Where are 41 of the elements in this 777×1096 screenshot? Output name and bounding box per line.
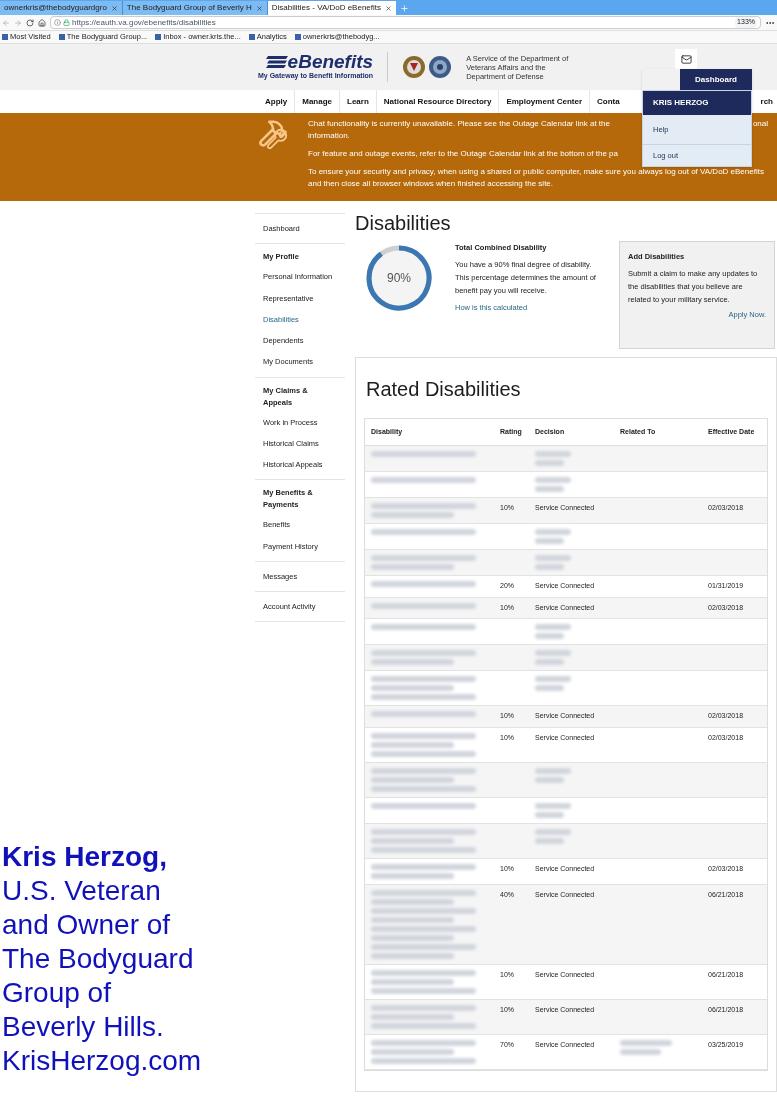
seal-icon — [428, 55, 453, 79]
notice-text: information. — [308, 131, 350, 140]
redacted-text — [535, 767, 573, 783]
reload-icon[interactable] — [26, 18, 34, 27]
notice-text: For feature and outage events, refer to the Outage Calendar link at the bottom of the pa — [308, 148, 618, 160]
redacted-text — [535, 555, 573, 570]
logo-text: eBenefits — [287, 52, 374, 72]
notice-text: To ensure your security and privacy, when using a shared or public computer, make sure you always log out of VA/DoD eBenefits and then close all browser windows when finished accessing the site. — [308, 166, 765, 190]
redacted-text — [535, 477, 573, 492]
seal-icon — [402, 55, 427, 79]
browser-tab[interactable]: Disabilities - VA/DoD eBenefits — [267, 1, 397, 15]
dashboard-button[interactable]: Dashboard — [680, 69, 752, 90]
section-title: Rated Disabilities — [366, 377, 522, 402]
nav-link[interactable]: rch — [758, 90, 777, 113]
url-text: https://eauth.va.gov/ebenefits/disabilities — [72, 16, 217, 29]
browser-tab[interactable]: The Bodyguard Group of Beverly H — [122, 1, 268, 15]
page-title: Disabilities — [355, 211, 452, 236]
notice-text: onal — [752, 118, 768, 130]
user-name: KRIS HERZOG — [643, 91, 751, 115]
home-icon[interactable] — [38, 18, 46, 27]
notice-text: Chat functionality is currently unavailable. Please see the Outage Calendar link at the — [308, 118, 610, 130]
browser-tab[interactable]: ownerkris@thebodyguardgro — [0, 1, 123, 15]
redacted-text — [535, 676, 573, 691]
redacted-text — [535, 451, 573, 466]
info-icon — [54, 19, 61, 26]
caption-text: Kris Herzog, U.S. Veteran and Owner of The Bodyguard Group of Beverly Hills. KrisHerzog.com — [1, 840, 203, 1078]
close-icon[interactable] — [110, 4, 118, 12]
lock-icon — [63, 19, 70, 26]
redacted-text — [535, 802, 573, 818]
redacted-text — [535, 624, 573, 639]
redacted-text — [535, 650, 573, 665]
close-icon[interactable] — [385, 4, 393, 12]
redacted-text — [535, 828, 573, 844]
nav-link[interactable]: Conta — [590, 90, 627, 113]
progress-ring: 90% — [365, 244, 433, 312]
mail-icon — [680, 53, 692, 65]
stripes-icon — [265, 54, 288, 69]
redacted-text — [535, 529, 573, 544]
new-tab-icon[interactable] — [400, 4, 410, 13]
close-icon[interactable] — [255, 4, 263, 12]
mail-button[interactable] — [675, 49, 697, 69]
